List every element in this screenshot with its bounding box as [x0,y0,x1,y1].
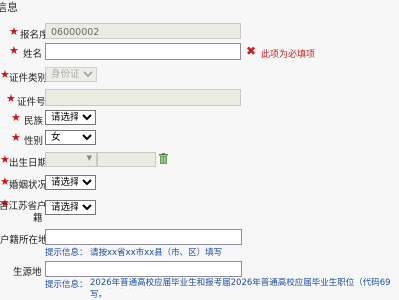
required-marker: ★ [11,131,21,144]
id-no-label: 证件号 [17,97,46,108]
origin-label: 生源地 [13,267,42,278]
origin-hint: 2026年普通高校应届毕业生和报考届2026年普通高校应届毕业生职位（代码69－… [90,278,391,288]
birth-label: 出生日期 [9,158,48,169]
gender-label: 性别 [24,136,44,147]
required-marker: ★ [6,92,16,105]
exam-no-field: 06000002 [45,23,241,39]
required-marker: ★ [9,25,19,38]
close-icon: ✖ [246,44,257,58]
ethnicity-select[interactable]: 请选择... [45,110,96,125]
jiangsu-label-line2: 籍 [33,213,43,224]
marital-label: 婚姻状况 [9,180,48,191]
name-input[interactable] [45,43,241,60]
birth-date-field[interactable] [97,152,156,167]
id-type-label: 证件类别 [9,73,48,84]
id-no-field [45,89,241,106]
section-title: 信息 [0,1,18,14]
origin-input[interactable] [45,261,242,277]
hukou-hint: 请按xx省xx市xx县（市、区）填写 [90,248,223,258]
chevron-down-icon: ▼ [86,154,92,162]
origin-hint-line2: 写。 [90,290,108,300]
name-label: 姓名 [23,49,43,60]
hukou-input[interactable] [45,229,242,245]
exam-no-value: 06000002 [51,27,100,38]
birth-year-field[interactable]: ▼ [45,152,97,167]
jiangsu-select[interactable]: 请选择... [45,200,96,215]
hukou-hint-prefix: 提示信息： [45,248,88,258]
hukou-label: 户籍所在地 [0,235,48,246]
trash-icon[interactable] [159,153,168,164]
marital-select[interactable]: 请选择... [45,175,96,190]
ethnicity-label: 民族 [24,116,44,127]
required-marker: ★ [11,111,21,124]
id-type-select[interactable]: 身份证 [45,67,97,82]
origin-hint-prefix: 提示信息： [45,280,88,290]
gender-select[interactable]: 女 [45,130,96,145]
name-error-text: 此项为必填项 [261,50,316,60]
required-marker: ★ [9,44,19,57]
